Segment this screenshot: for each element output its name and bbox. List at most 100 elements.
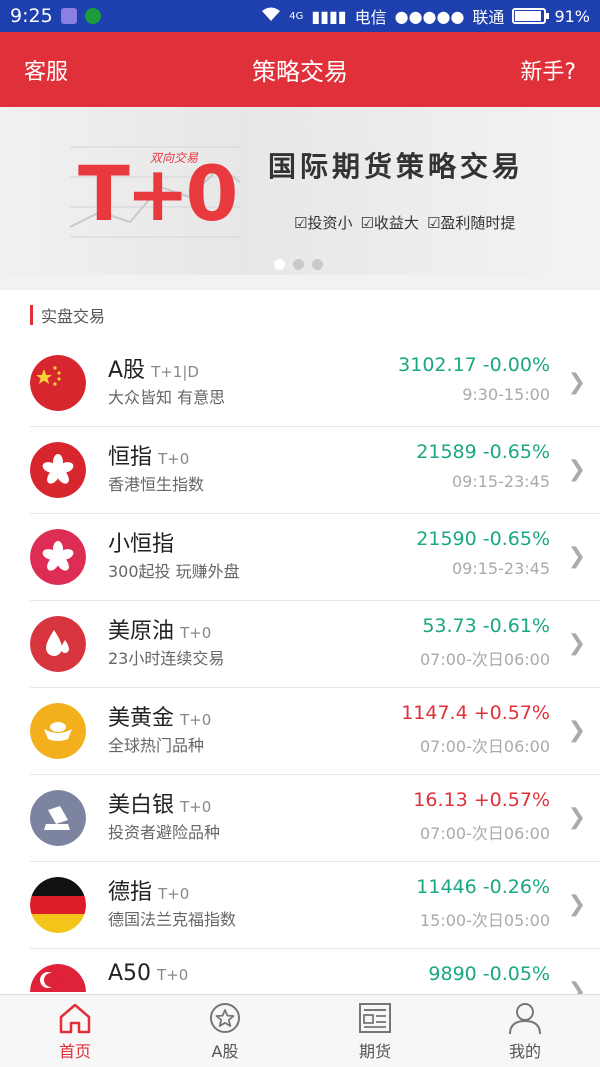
- list-item[interactable]: 美原油 T+0 23小时连续交易 53.73 -0.61% 07:00-次日06:…: [30, 601, 600, 688]
- chevron-right-icon: ❯: [567, 892, 586, 917]
- item-price: 9890 -0.05%: [428, 963, 550, 985]
- item-hours: 15:00-次日05:00: [420, 911, 550, 930]
- item-hours: 07:00-次日06:00: [420, 650, 550, 669]
- item-tag: T+0: [180, 711, 212, 729]
- tab-home[interactable]: 首页: [0, 995, 150, 1067]
- app-notification-icon-2: [84, 8, 101, 24]
- item-name: A50 T+0: [108, 961, 189, 986]
- singapore-flag-icon: [30, 964, 86, 994]
- banner-tags: ☑投资小 ☑收益大 ☑盈利随时提: [294, 212, 515, 233]
- list-item[interactable]: 德指 T+0 德国法兰克福指数 11446 -0.26% 15:00-次日05:0…: [30, 862, 600, 949]
- list-item[interactable]: A股 T+1|D 大众皆知 有意思 3102.17 -0.00% 9:30-15:…: [30, 340, 600, 427]
- tab-mine[interactable]: 我的: [450, 995, 600, 1067]
- section-title: 实盘交易: [41, 307, 106, 326]
- item-hours: 09:15-23:45: [452, 559, 550, 578]
- carrier-1: 电信: [354, 8, 387, 27]
- item-tag: T+1|D: [151, 363, 199, 381]
- status-bar: 9:25 4G ▮▮▮▮ 电信 ●●●●● 联通 91%: [0, 0, 600, 32]
- customer-service-button[interactable]: 客服: [24, 54, 68, 86]
- carousel-dot[interactable]: [293, 259, 304, 270]
- item-tag: T+0: [157, 966, 189, 984]
- carousel-dot[interactable]: [312, 259, 323, 270]
- item-hours: 9:30-15:00: [462, 385, 550, 404]
- banner-tag: ☑投资小: [294, 214, 353, 232]
- chevron-right-icon: ❯: [567, 457, 586, 482]
- item-tag: T+0: [180, 798, 212, 816]
- item-hours: 09:15-23:45: [452, 472, 550, 491]
- chevron-right-icon: ❯: [567, 718, 586, 743]
- star-coin-icon: [210, 1002, 240, 1033]
- hk-flower-icon: [30, 529, 86, 585]
- item-desc: 投资者避险品种: [108, 823, 221, 842]
- item-name: 美原油 T+0: [108, 619, 212, 644]
- top-nav-bar: 客服 策略交易 新手?: [0, 32, 600, 107]
- list-item[interactable]: 小恒指 300起投 玩赚外盘 21590 -0.65% 09:15-23:45 …: [30, 514, 600, 601]
- item-name: 德指 T+0: [108, 880, 190, 905]
- item-tag: T+0: [158, 885, 190, 903]
- item-price: 11446 -0.26%: [416, 876, 550, 898]
- carousel-indicator[interactable]: [274, 259, 323, 270]
- item-name: 美白银 T+0: [108, 793, 212, 818]
- banner-tag: ☑收益大: [360, 214, 419, 232]
- item-hours: 07:00-次日06:00: [420, 824, 550, 843]
- tab-label: 期货: [358, 1041, 391, 1061]
- list-item[interactable]: 美白银 T+0 投资者避险品种 16.13 +0.57% 07:00-次日06:0…: [30, 775, 600, 862]
- battery-icon: [512, 8, 550, 24]
- chevron-right-icon: ❯: [567, 370, 586, 395]
- trading-list: 实盘交易 A股 T+1|D 大众皆知 有意思 3102.17 -0.00% 9:3…: [0, 290, 600, 994]
- banner-headline: 国际期货策略交易: [268, 150, 525, 183]
- wifi-icon: [261, 6, 281, 26]
- germany-flag-icon: [30, 877, 86, 933]
- carrier-2: 联通: [472, 8, 505, 27]
- signal-icon: ▮▮▮▮: [311, 6, 347, 26]
- gold-ingot-icon: [30, 703, 86, 759]
- carousel-dot[interactable]: [274, 259, 285, 270]
- item-name: 小恒指: [108, 532, 175, 557]
- item-desc: 全球热门品种: [108, 736, 205, 755]
- item-price: 1147.4 +0.57%: [401, 702, 550, 724]
- chevron-right-icon: ❯: [567, 805, 586, 830]
- bottom-tab-bar: 首页 A股 期货 我的: [0, 994, 600, 1067]
- battery-level: 91%: [554, 6, 590, 26]
- item-desc: 23小时连续交易: [108, 649, 225, 668]
- page-title: 策略交易: [252, 58, 348, 86]
- chevron-right-icon: ❯: [567, 631, 586, 656]
- item-tag: T+0: [158, 450, 190, 468]
- tab-label: A股: [211, 1041, 239, 1061]
- signal-dots-icon: ●●●●●: [394, 6, 465, 26]
- hk-flower-icon: [30, 442, 86, 498]
- item-price: 53.73 -0.61%: [422, 615, 550, 637]
- chevron-right-icon: ❯: [567, 979, 586, 994]
- item-desc: 300起投 玩赚外盘: [108, 562, 240, 581]
- banner-tag: ☑盈利随时提: [426, 214, 516, 232]
- item-price: 3102.17 -0.00%: [398, 354, 550, 376]
- china-flag-icon: [30, 355, 86, 411]
- newbie-help-button[interactable]: 新手?: [520, 54, 576, 86]
- promo-banner[interactable]: T+0 双向交易 国际期货策略交易 ☑投资小 ☑收益大 ☑盈利随时提: [0, 107, 600, 275]
- tab-label: 首页: [58, 1041, 91, 1061]
- item-price: 16.13 +0.57%: [413, 789, 550, 811]
- item-name: A股 T+1|D: [108, 358, 199, 383]
- tab-label: 我的: [508, 1041, 541, 1061]
- network-type: 4G: [289, 10, 304, 22]
- list-item[interactable]: 美黄金 T+0 全球热门品种 1147.4 +0.57% 07:00-次日06:0…: [30, 688, 600, 775]
- item-tag: T+0: [180, 624, 212, 642]
- home-icon: [59, 1003, 91, 1033]
- item-desc: 大众皆知 有意思: [108, 388, 226, 407]
- section-accent-bar: [30, 305, 33, 325]
- item-hours: 07:00-次日06:00: [420, 737, 550, 756]
- oil-drop-icon: [30, 616, 86, 672]
- user-icon: [509, 1002, 541, 1034]
- tab-a-shares[interactable]: A股: [150, 995, 300, 1067]
- item-desc: 德国法兰克福指数: [108, 910, 237, 929]
- item-name: 恒指 T+0: [108, 445, 190, 470]
- item-price: 21589 -0.65%: [416, 441, 550, 463]
- list-item[interactable]: A50 T+0 9890 -0.05% ❯: [30, 949, 600, 994]
- status-time: 9:25: [10, 5, 53, 27]
- chevron-right-icon: ❯: [567, 544, 586, 569]
- t0-logo-subtitle: 双向交易: [150, 151, 199, 165]
- silver-bar-icon: [30, 790, 86, 846]
- tab-futures[interactable]: 期货: [300, 995, 450, 1067]
- news-icon: [359, 1002, 391, 1033]
- list-item[interactable]: 恒指 T+0 香港恒生指数 21589 -0.65% 09:15-23:45 ❯: [30, 427, 600, 514]
